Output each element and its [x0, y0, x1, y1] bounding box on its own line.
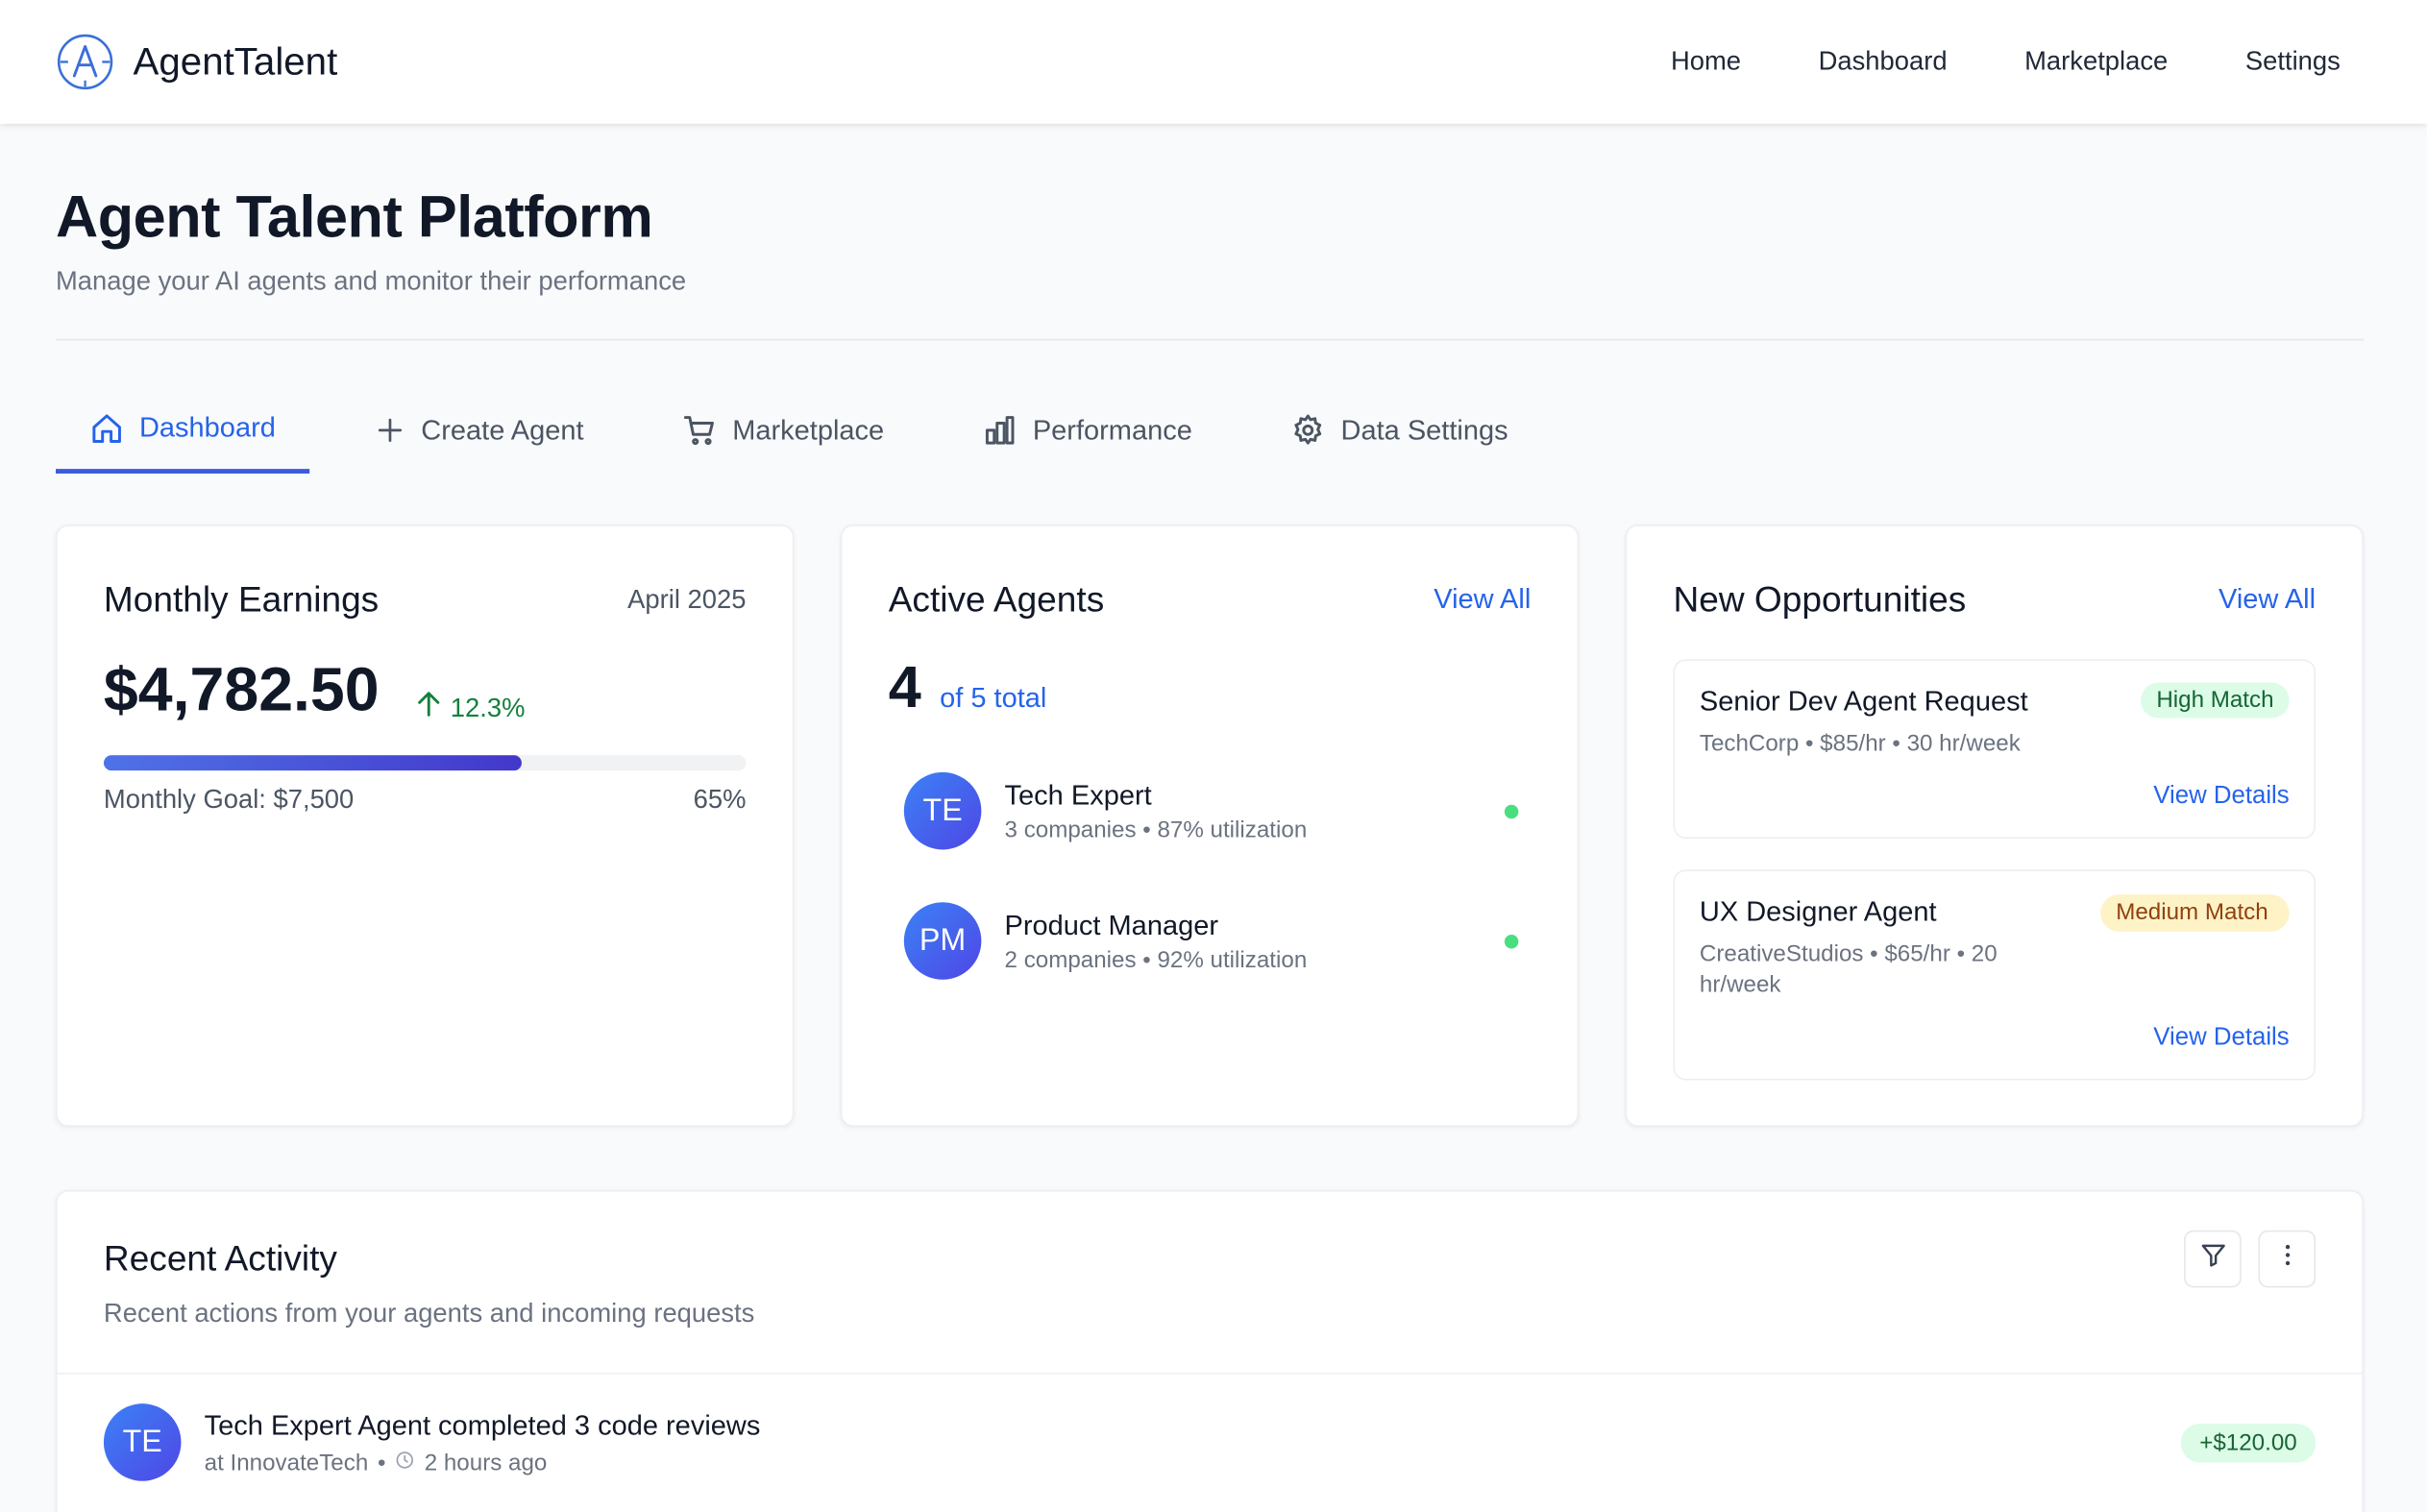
tab-data-settings[interactable]: Data Settings — [1258, 387, 1543, 474]
tab-marketplace[interactable]: Marketplace — [649, 387, 918, 474]
earnings-goal: Monthly Goal: $7,500 — [103, 784, 355, 815]
agent-row[interactable]: TE Tech Expert 3 companies • 87% utiliza… — [903, 771, 1519, 850]
opportunities-title: New Opportunities — [1673, 578, 1967, 620]
status-online-indicator — [1504, 803, 1519, 818]
clock-icon — [395, 1450, 415, 1475]
earnings-change: 12.3% — [416, 691, 525, 726]
avatar: PM — [903, 902, 982, 980]
recent-activity-card: Recent Activity Recent actions from your… — [55, 1189, 2364, 1512]
view-details-link[interactable]: View Details — [2153, 783, 2289, 811]
agent-row[interactable]: PM Product Manager 2 companies • 92% uti… — [903, 902, 1519, 980]
separator-dot: • — [377, 1449, 386, 1476]
agents-count: 4 — [888, 656, 921, 721]
filter-button[interactable] — [2184, 1230, 2242, 1288]
earnings-title: Monthly Earnings — [103, 578, 380, 620]
bar-chart-icon — [983, 413, 1017, 447]
tab-performance[interactable]: Performance — [949, 387, 1226, 474]
cart-icon — [683, 413, 717, 447]
status-online-indicator — [1504, 934, 1519, 948]
active-agents-card: Active Agents View All 4 of 5 total TE T… — [840, 524, 1580, 1127]
opportunity-meta: TechCorp • $85/hr • 30 hr/week — [1699, 730, 2021, 757]
tab-label: Marketplace — [732, 413, 885, 446]
agent-name: Tech Expert — [1004, 779, 1152, 811]
opportunity-item[interactable]: Senior Dev Agent Request High Match Tech… — [1673, 659, 2317, 840]
page-title: Agent Talent Platform — [55, 185, 653, 251]
activity-divider — [57, 1372, 2363, 1375]
more-options-button[interactable] — [2258, 1230, 2317, 1288]
top-bar: AgentTalent Home Dashboard Marketplace S… — [0, 0, 2427, 124]
arrow-up-icon — [416, 691, 441, 726]
main-nav: Home Dashboard Marketplace Settings — [1671, 46, 2371, 77]
opportunities-view-all-link[interactable]: View All — [2219, 583, 2316, 616]
earnings-month: April 2025 — [627, 584, 747, 614]
opportunity-title: Senior Dev Agent Request — [1699, 685, 2028, 717]
match-badge: Medium Match — [2100, 894, 2290, 932]
tab-label: Performance — [1032, 413, 1192, 446]
nav-home[interactable]: Home — [1671, 46, 1741, 77]
agent-name: Product Manager — [1004, 909, 1218, 940]
earnings-progress-fill — [103, 755, 522, 771]
brand-name: AgentTalent — [133, 39, 338, 84]
tab-bar: Dashboard Create Agent Marketplace Perfo… — [55, 387, 1543, 476]
agents-title: Active Agents — [888, 578, 1105, 620]
tab-create-agent[interactable]: Create Agent — [341, 387, 618, 474]
activity-item[interactable]: TE Tech Expert Agent completed 3 code re… — [103, 1403, 2317, 1481]
brand[interactable]: AgentTalent — [56, 33, 337, 91]
earnings-progress-bar — [103, 755, 747, 771]
earnings-change-value: 12.3% — [450, 692, 526, 722]
agent-meta: 2 companies • 92% utilization — [1004, 946, 1308, 973]
tab-dashboard[interactable]: Dashboard — [55, 387, 310, 474]
app-root: AgentTalent Home Dashboard Marketplace S… — [0, 0, 2427, 1512]
avatar: TE — [903, 771, 982, 850]
earnings-progress-label: 65% — [693, 784, 747, 815]
tab-label: Data Settings — [1340, 413, 1508, 446]
opportunity-meta: CreativeStudios • $65/hr • 20 hr/week — [1699, 940, 1998, 999]
more-vertical-icon — [2273, 1241, 2301, 1277]
nav-settings[interactable]: Settings — [2245, 46, 2341, 77]
match-badge: High Match — [2141, 682, 2290, 719]
earnings-card: Monthly Earnings April 2025 $4,782.50 12… — [55, 524, 795, 1127]
nav-dashboard[interactable]: Dashboard — [1819, 46, 1948, 77]
activity-subtitle: Recent actions from your agents and inco… — [103, 1298, 755, 1329]
agents-total: of 5 total — [940, 682, 1047, 714]
agents-view-all-link[interactable]: View All — [1434, 583, 1531, 616]
opportunity-item[interactable]: UX Designer Agent Medium Match CreativeS… — [1673, 869, 2317, 1081]
activity-title: Recent Activity — [103, 1237, 337, 1279]
logo-icon — [56, 33, 114, 91]
gear-icon — [1291, 413, 1325, 447]
header-divider — [55, 338, 2364, 341]
home-icon — [89, 411, 123, 445]
earning-badge: +$120.00 — [2180, 1423, 2317, 1462]
avatar: TE — [103, 1403, 182, 1481]
activity-text: Tech Expert Agent completed 3 code revie… — [204, 1408, 761, 1441]
tab-label: Dashboard — [138, 411, 276, 443]
earnings-amount: $4,782.50 — [103, 656, 380, 724]
opportunities-card: New Opportunities View All Senior Dev Ag… — [1625, 524, 2364, 1127]
opportunity-title: UX Designer Agent — [1699, 895, 1937, 927]
agent-meta: 3 companies • 87% utilization — [1004, 816, 1308, 843]
activity-time: 2 hours ago — [424, 1449, 548, 1476]
tab-label: Create Agent — [421, 413, 584, 446]
page-subtitle: Manage your AI agents and monitor their … — [55, 266, 687, 296]
nav-marketplace[interactable]: Marketplace — [2024, 46, 2168, 77]
view-details-link[interactable]: View Details — [2153, 1024, 2289, 1052]
plus-icon — [375, 415, 405, 446]
activity-company: at InnovateTech — [204, 1449, 369, 1476]
filter-icon — [2198, 1241, 2226, 1277]
